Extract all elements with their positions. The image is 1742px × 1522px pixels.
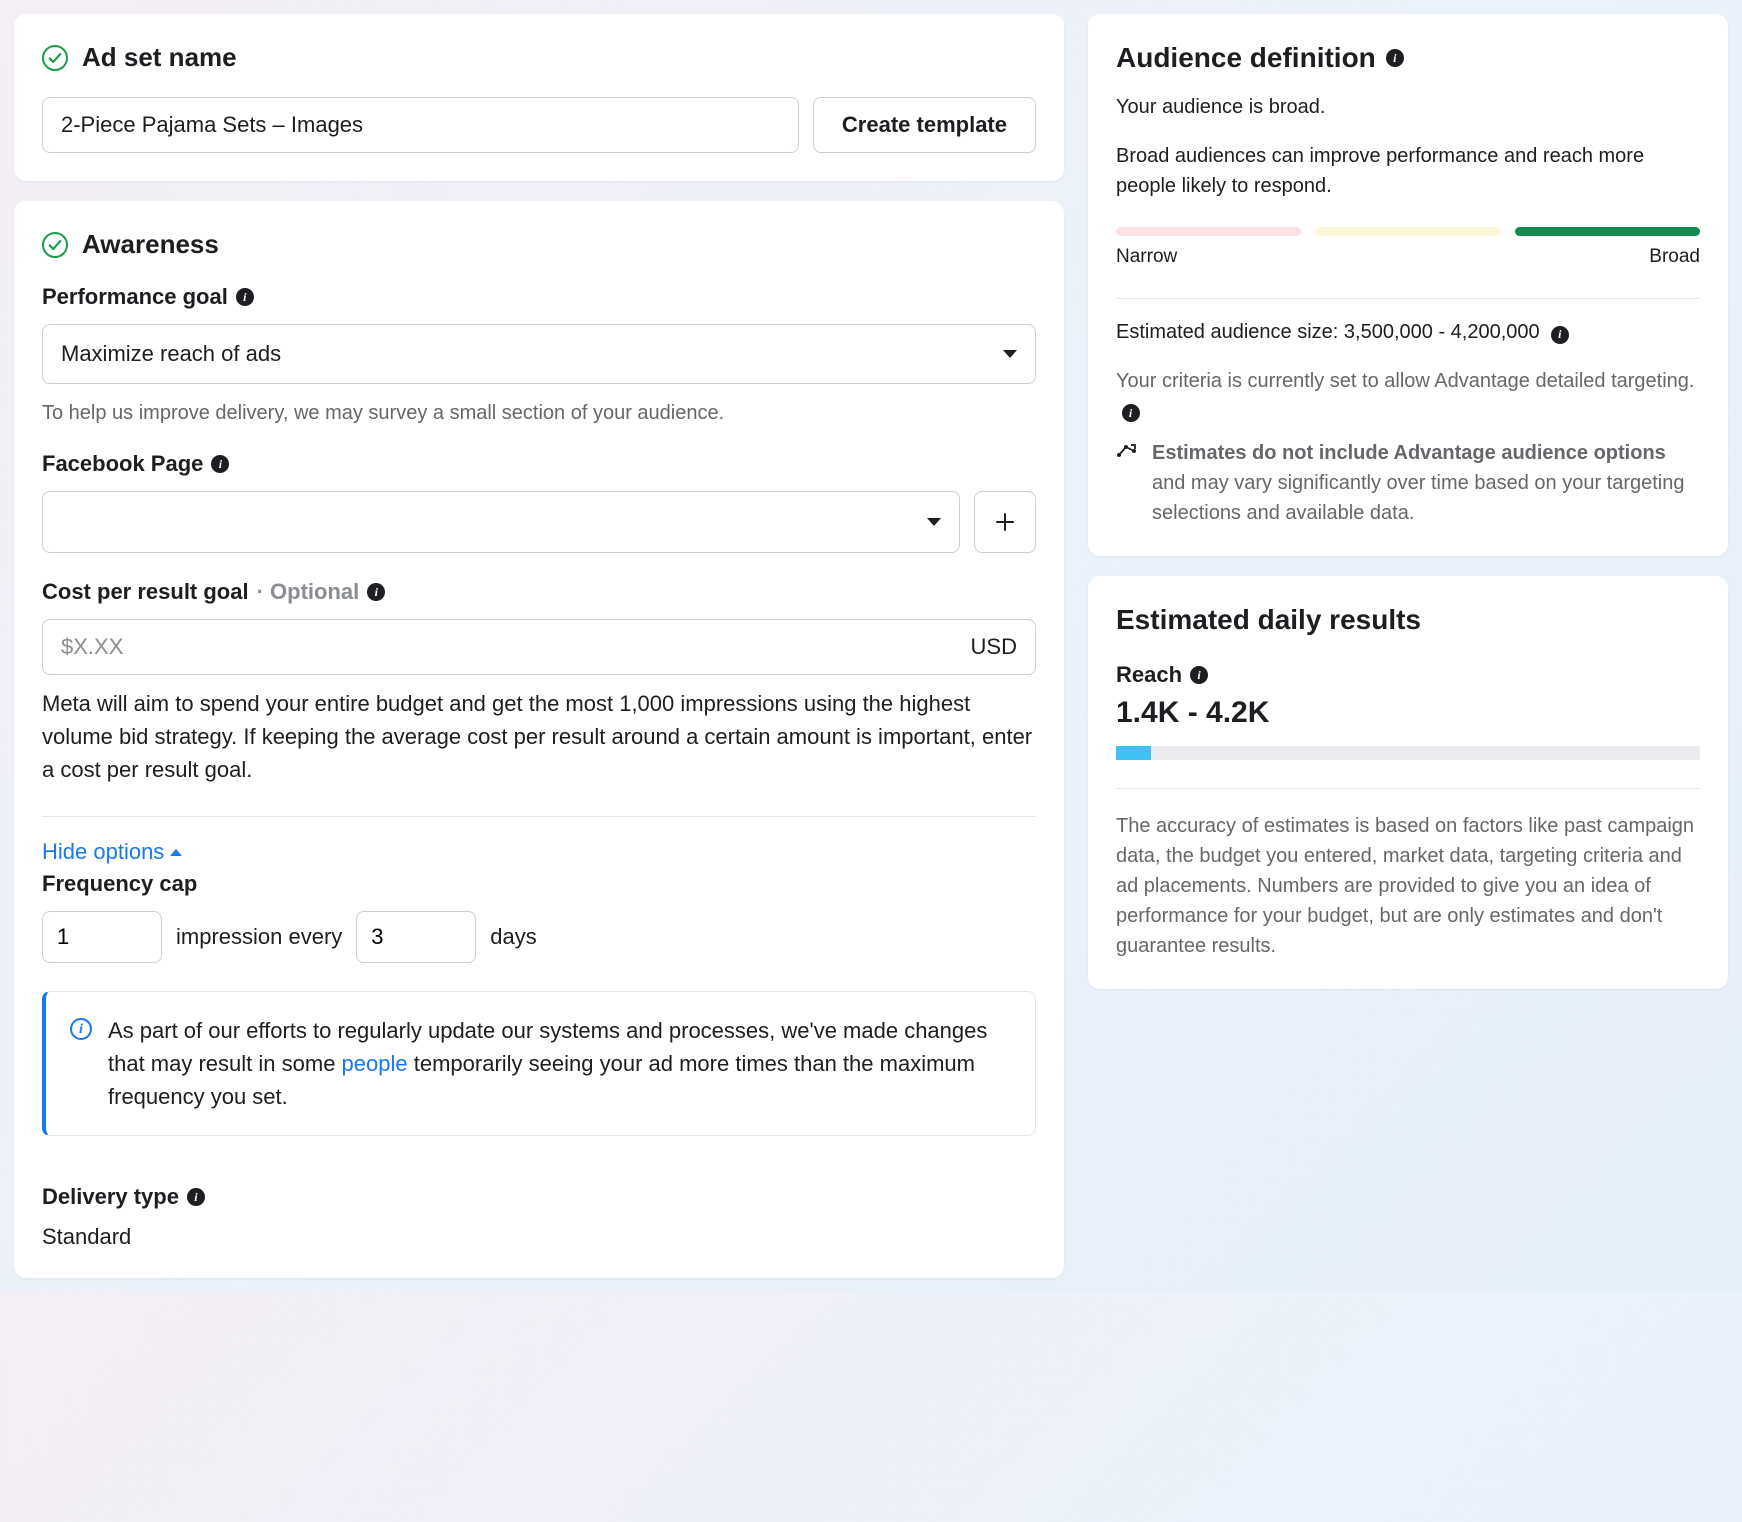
frequency-days-input[interactable] xyxy=(356,911,476,963)
hide-options-toggle[interactable]: Hide options xyxy=(42,839,182,865)
reach-bar xyxy=(1116,746,1700,760)
adset-name-heading: Ad set name xyxy=(82,42,237,73)
currency-label: USD xyxy=(971,634,1017,660)
audience-gauge xyxy=(1116,227,1700,236)
est-size-label: Estimated audience size: xyxy=(1116,321,1338,343)
trend-icon xyxy=(1116,441,1138,459)
cost-per-result-input-wrap: USD xyxy=(42,619,1036,675)
awareness-card: Awareness Performance goal i Maximize re… xyxy=(14,201,1064,1278)
est-size-value: 3,500,000 - 4,200,000 xyxy=(1344,321,1540,343)
info-icon: i xyxy=(70,1018,92,1040)
banner-text: As part of our efforts to regularly upda… xyxy=(108,1014,1011,1113)
gauge-segment-broad xyxy=(1515,227,1700,236)
gauge-segment-narrow xyxy=(1116,227,1301,236)
criteria-note: Your criteria is currently set to allow … xyxy=(1116,370,1694,392)
cost-per-result-label: Cost per result goal xyxy=(42,579,249,605)
estimate-note-rest: and may vary significantly over time bas… xyxy=(1152,472,1685,524)
chevron-up-icon xyxy=(170,849,182,856)
divider xyxy=(1116,298,1700,299)
people-link[interactable]: people xyxy=(342,1051,408,1076)
chevron-down-icon xyxy=(1003,350,1017,358)
audience-definition-heading: Audience definition xyxy=(1116,42,1376,74)
cost-per-result-input[interactable] xyxy=(61,634,971,660)
frequency-middle-text: impression every xyxy=(176,924,342,950)
frequency-cap-label: Frequency cap xyxy=(42,871,1036,897)
frequency-info-banner: i As part of our efforts to regularly up… xyxy=(42,991,1036,1136)
audience-broad-desc: Broad audiences can improve performance … xyxy=(1116,141,1700,201)
facebook-page-select[interactable] xyxy=(42,491,960,553)
delivery-type-value: Standard xyxy=(42,1224,1036,1250)
gauge-broad-label: Broad xyxy=(1649,246,1700,268)
performance-goal-select[interactable]: Maximize reach of ads xyxy=(42,324,1036,384)
info-icon[interactable]: i xyxy=(1551,326,1569,344)
performance-goal-label: Performance goal xyxy=(42,284,228,310)
check-circle-icon xyxy=(42,232,68,258)
frequency-impressions-input[interactable] xyxy=(42,911,162,963)
frequency-days-label: days xyxy=(490,924,536,950)
adset-name-input[interactable] xyxy=(42,97,799,153)
gauge-narrow-label: Narrow xyxy=(1116,246,1177,268)
chevron-down-icon xyxy=(927,518,941,526)
info-icon[interactable]: i xyxy=(367,583,385,601)
audience-broad-line: Your audience is broad. xyxy=(1116,96,1700,119)
delivery-type-label: Delivery type xyxy=(42,1184,179,1210)
info-icon[interactable]: i xyxy=(1190,666,1208,684)
info-icon[interactable]: i xyxy=(187,1188,205,1206)
info-icon[interactable]: i xyxy=(1122,404,1140,422)
reach-label: Reach xyxy=(1116,662,1182,688)
optional-label: · Optional xyxy=(257,579,360,605)
gauge-segment-mid xyxy=(1315,227,1500,236)
reach-value: 1.4K - 4.2K xyxy=(1116,696,1700,730)
plus-icon xyxy=(994,511,1016,533)
check-circle-icon xyxy=(42,45,68,71)
estimate-note-bold: Estimates do not include Advantage audie… xyxy=(1152,442,1666,464)
info-icon[interactable]: i xyxy=(1386,49,1404,67)
info-icon[interactable]: i xyxy=(236,288,254,306)
reach-bar-fill xyxy=(1116,746,1151,760)
daily-results-heading: Estimated daily results xyxy=(1116,604,1421,636)
awareness-heading: Awareness xyxy=(82,229,219,260)
audience-definition-card: Audience definition i Your audience is b… xyxy=(1088,14,1728,556)
info-icon[interactable]: i xyxy=(211,455,229,473)
add-page-button[interactable] xyxy=(974,491,1036,553)
cost-help-text: Meta will aim to spend your entire budge… xyxy=(42,687,1036,786)
create-template-button[interactable]: Create template xyxy=(813,97,1036,153)
divider xyxy=(1116,788,1700,789)
estimated-daily-results-card: Estimated daily results Reach i 1.4K - 4… xyxy=(1088,576,1728,989)
daily-disclaimer: The accuracy of estimates is based on fa… xyxy=(1116,811,1700,961)
divider xyxy=(42,816,1036,817)
performance-goal-help: To help us improve delivery, we may surv… xyxy=(42,402,1036,425)
adset-name-card: Ad set name Create template xyxy=(14,14,1064,181)
facebook-page-label: Facebook Page xyxy=(42,451,203,477)
